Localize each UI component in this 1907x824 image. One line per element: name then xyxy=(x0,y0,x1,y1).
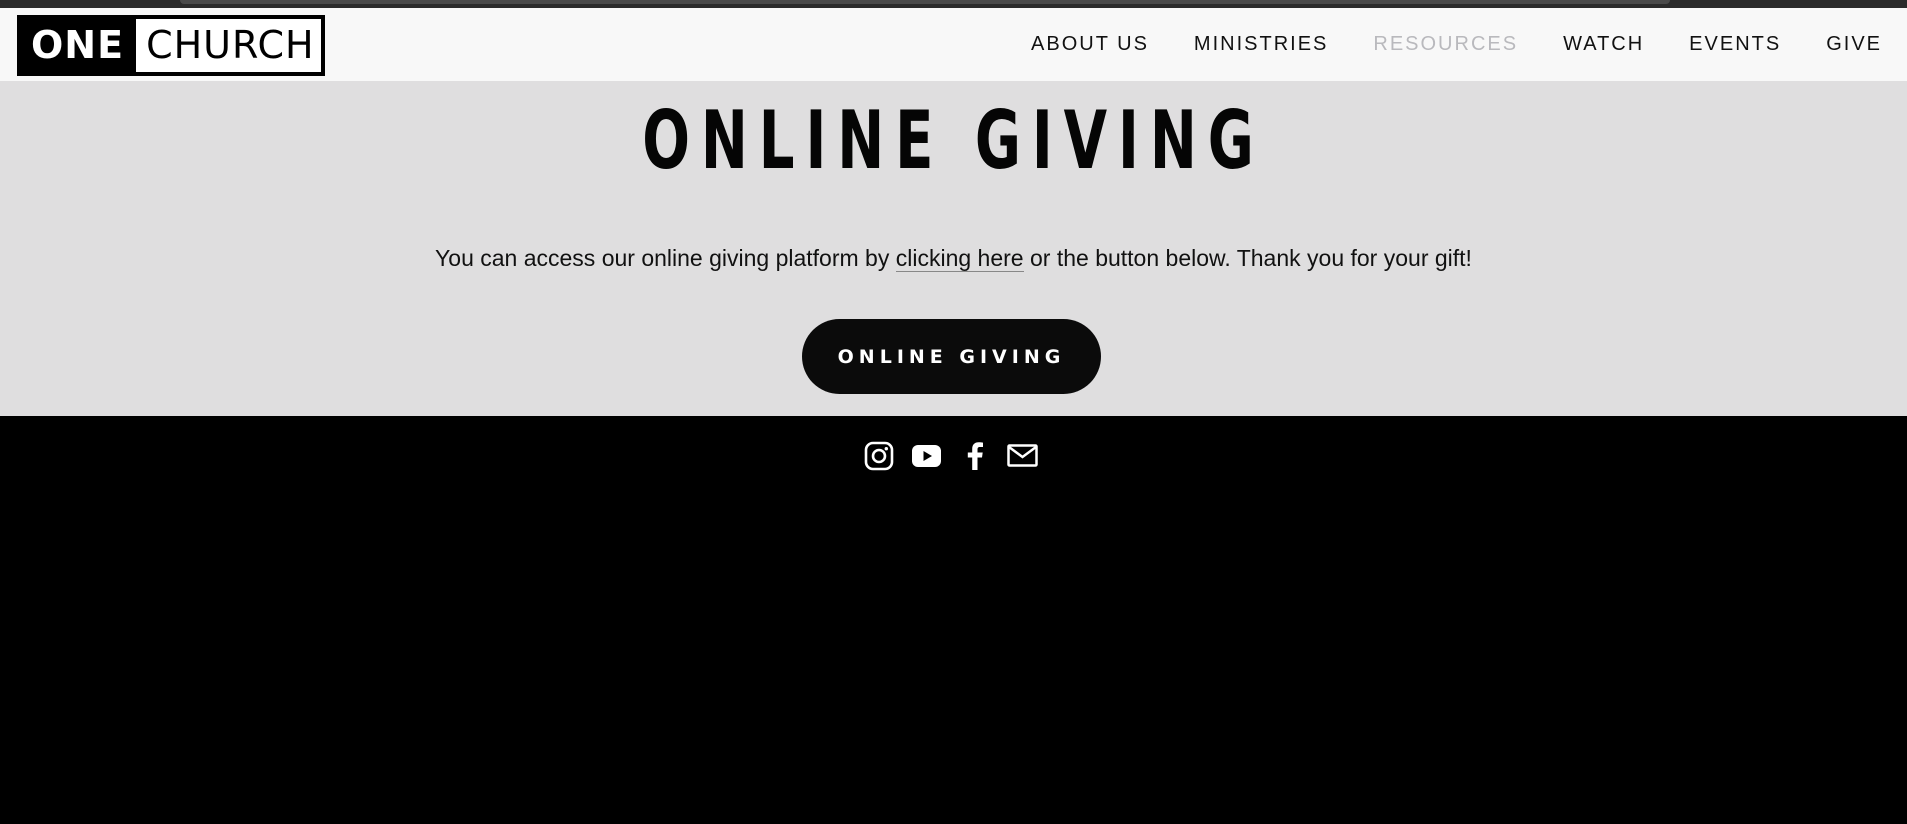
intro-text-before: You can access our online giving platfor… xyxy=(435,245,896,271)
logo-church-text: CHURCH xyxy=(136,19,321,72)
site-logo[interactable]: ONE CHURCH xyxy=(17,15,325,76)
browser-top-strip xyxy=(0,0,1907,8)
nav-about-us[interactable]: ABOUT US xyxy=(1031,33,1149,56)
intro-text-after: or the button below. Thank you for your … xyxy=(1023,245,1472,271)
nav-watch[interactable]: WATCH xyxy=(1563,33,1644,56)
youtube-icon[interactable] xyxy=(911,440,942,471)
nav-events[interactable]: EVENTS xyxy=(1689,33,1781,56)
clicking-here-link[interactable]: clicking here xyxy=(895,245,1024,272)
logo-one-text: ONE xyxy=(21,19,137,72)
nav-ministries[interactable]: MINISTRIES xyxy=(1194,33,1328,56)
social-links xyxy=(863,440,1038,471)
online-giving-button[interactable]: ONLINE GIVING xyxy=(802,319,1101,394)
main-nav: ABOUT US MINISTRIES RESOURCES WATCH EVEN… xyxy=(986,8,1882,81)
instagram-icon[interactable] xyxy=(863,440,894,471)
site-footer xyxy=(0,416,1907,824)
site-header: ONE CHURCH ABOUT US MINISTRIES RESOURCES… xyxy=(0,8,1907,81)
browser-tab-edge xyxy=(180,0,1670,4)
nav-give[interactable]: GIVE xyxy=(1826,33,1882,56)
intro-text: You can access our online giving platfor… xyxy=(0,245,1907,272)
email-icon[interactable] xyxy=(1007,440,1038,471)
page-title: ONLINE GIVING xyxy=(642,94,1265,187)
giving-section: ONLINE GIVING You can access our online … xyxy=(0,81,1907,416)
nav-resources[interactable]: RESOURCES xyxy=(1373,33,1518,56)
facebook-icon[interactable] xyxy=(959,440,990,471)
